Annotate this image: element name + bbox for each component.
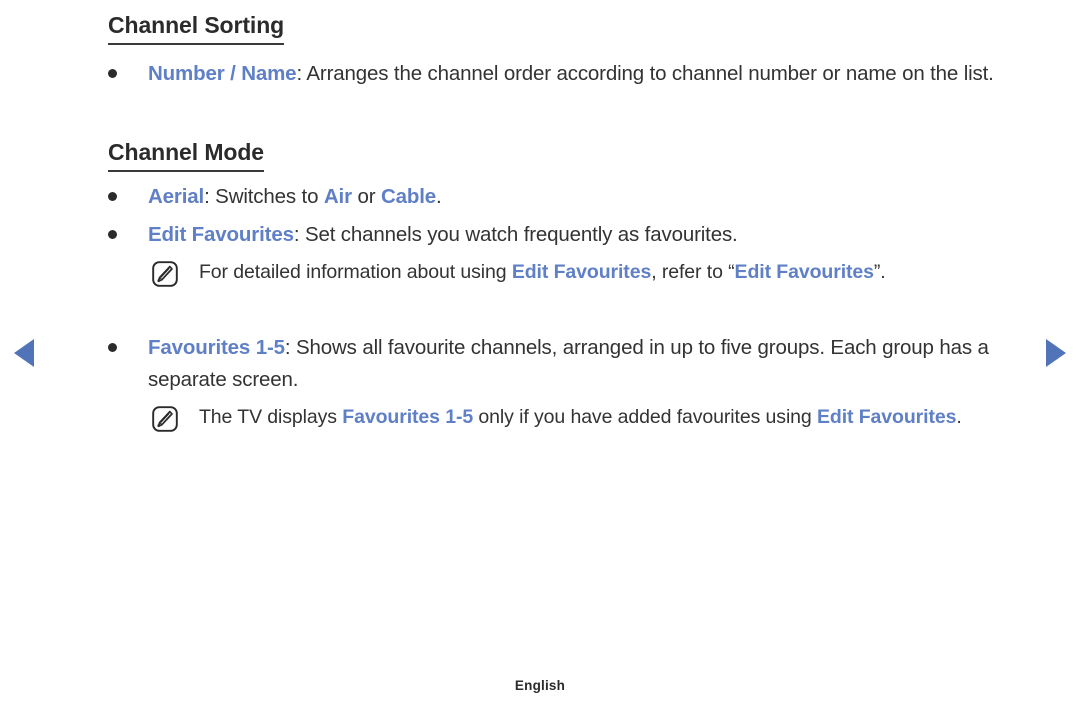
bullet-dot-icon <box>108 69 117 78</box>
description-aerial-a: Switches to <box>215 185 324 208</box>
note2-text-a: The TV displays <box>199 406 343 428</box>
term-favourites-1-5: Favourites 1-5 <box>148 336 285 359</box>
note1-text-c: ”. <box>873 261 886 283</box>
bullet-text-favourites-1-5: Favourites 1-5: Shows all favourite chan… <box>148 332 1008 396</box>
bullet-dot-icon <box>108 192 117 201</box>
value-air: Air <box>323 185 352 208</box>
bullet-item-aerial: Aerial: Switches to Air or Cable. <box>108 181 1008 213</box>
bullet-item-number-name: Number / Name: Arranges the channel orde… <box>108 58 1008 90</box>
note2-inline-favourites-1-5: Favourites 1-5 <box>342 406 474 428</box>
note-pencil-icon <box>151 260 179 288</box>
section-heading-channel-mode: Channel Mode <box>108 139 264 173</box>
note-text-edit-favourites-reference: For detailed information about using Edi… <box>199 255 1031 290</box>
note-text-favourites-requires-edit: The TV displays Favourites 1-5 only if y… <box>199 400 1031 435</box>
term-number-name: Number / Name <box>148 62 297 85</box>
footer-language-label: English <box>514 678 566 693</box>
separator: : <box>296 62 307 85</box>
note1-text-a: For detailed information about using <box>199 261 512 283</box>
section-heading-channel-sorting-wrap: Channel Sorting <box>108 12 284 46</box>
note2-inline-edit-favourites: Edit Favourites <box>816 406 957 428</box>
description-edit-favourites: Set channels you watch frequently as fav… <box>304 223 738 246</box>
bullet-text-aerial: Aerial: Switches to Air or Cable. <box>148 181 1008 213</box>
separator: : <box>204 185 216 208</box>
section-heading-channel-sorting: Channel Sorting <box>108 12 284 46</box>
description-number-name: Arranges the channel order according to … <box>306 62 994 85</box>
note1-inline-edit-favourites: Edit Favourites <box>511 261 652 283</box>
separator: : <box>284 336 296 359</box>
bullet-item-favourites-1-5: Favourites 1-5: Shows all favourite chan… <box>108 332 1008 396</box>
note1-text-b: , refer to “ <box>651 261 735 283</box>
value-cable: Cable <box>380 185 437 208</box>
bullet-text-edit-favourites: Edit Favourites: Set channels you watch … <box>148 219 1008 251</box>
separator: : <box>293 223 305 246</box>
note2-text-b: only if you have added favourites using <box>473 406 817 428</box>
term-aerial: Aerial <box>148 185 205 208</box>
description-aerial-b: or <box>351 185 381 208</box>
bullet-dot-icon <box>108 343 117 352</box>
note-item-favourites-requires-edit: The TV displays Favourites 1-5 only if y… <box>151 400 1031 435</box>
note2-text-c: . <box>956 406 962 428</box>
bullet-dot-icon <box>108 230 117 239</box>
note-item-edit-favourites-reference: For detailed information about using Edi… <box>151 255 1031 290</box>
bullet-item-edit-favourites: Edit Favourites: Set channels you watch … <box>108 219 1008 251</box>
term-edit-favourites: Edit Favourites <box>148 223 294 246</box>
section-heading-channel-mode-wrap: Channel Mode <box>108 139 264 173</box>
previous-page-arrow-icon[interactable] <box>14 339 34 367</box>
next-page-arrow-icon[interactable] <box>1046 339 1066 367</box>
manual-page: Channel Sorting Number / Name: Arranges … <box>0 0 1080 705</box>
bullet-text-number-name: Number / Name: Arranges the channel orde… <box>148 58 1008 90</box>
note-pencil-icon <box>151 405 179 433</box>
description-aerial-c: . <box>436 185 442 208</box>
note1-inline-edit-favourites-title: Edit Favourites <box>734 261 874 283</box>
